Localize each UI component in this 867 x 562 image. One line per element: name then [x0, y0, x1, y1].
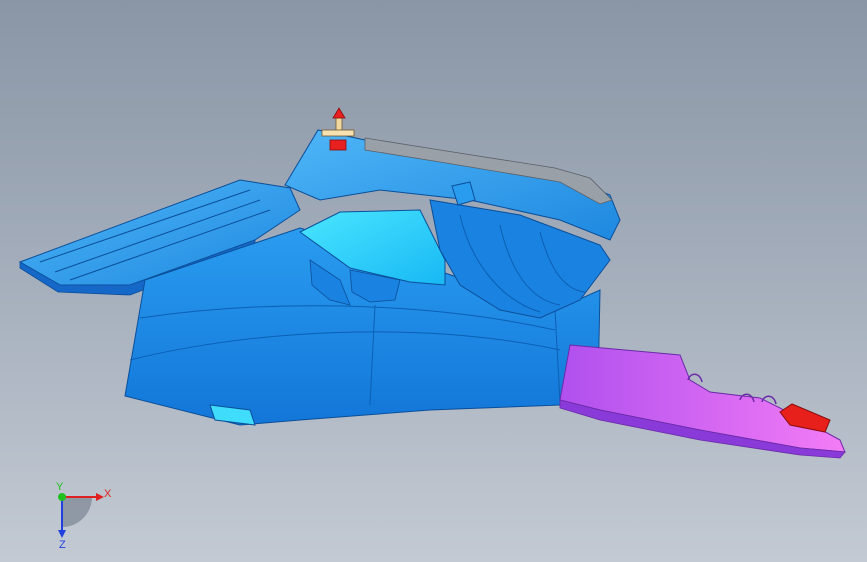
- x-axis-arrow-icon: [96, 493, 104, 501]
- y-axis-label: Y: [56, 481, 64, 493]
- model-scene[interactable]: X Y Z: [0, 0, 867, 562]
- x-axis-label: X: [104, 488, 112, 500]
- y-axis-dot-icon: [58, 493, 66, 501]
- triad-shadow-arc: [62, 497, 92, 527]
- axis-triad: X Y Z: [56, 481, 112, 551]
- 3d-viewport[interactable]: X Y Z: [0, 0, 867, 562]
- z-axis-label: Z: [59, 539, 66, 551]
- z-axis-arrow-icon: [58, 530, 66, 538]
